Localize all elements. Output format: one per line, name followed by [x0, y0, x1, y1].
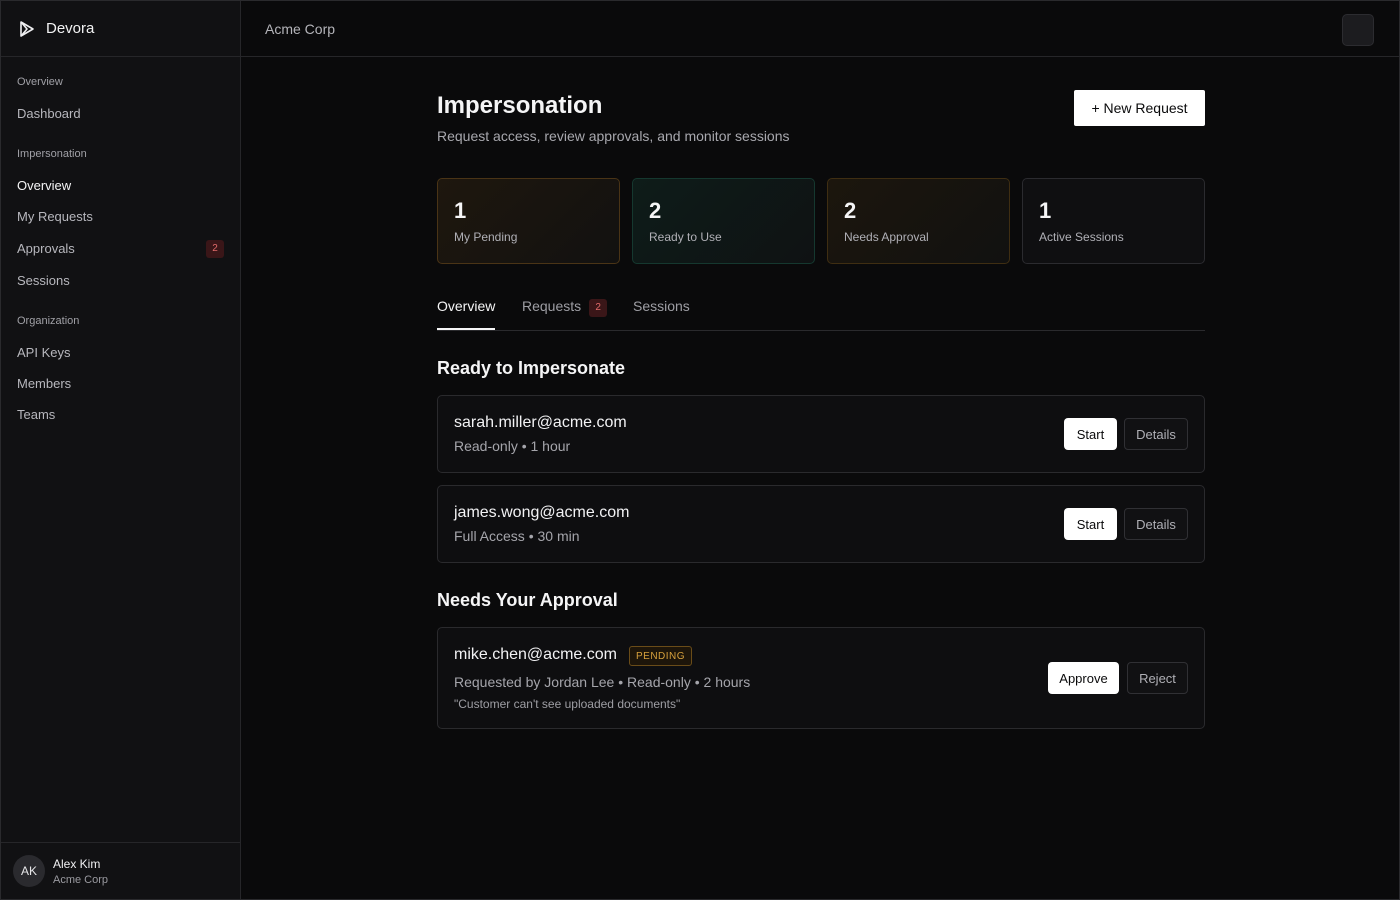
sidebar-item-label: Approvals — [17, 241, 75, 256]
card-email: james.wong@acme.com — [454, 504, 630, 521]
tab-label: Overview — [437, 298, 496, 314]
sidebar-item-dashboard[interactable]: Dashboard — [17, 98, 224, 129]
section-title-approval: Needs Your Approval — [437, 590, 618, 610]
tab-label: Requests — [522, 298, 582, 314]
sidebar-item-impersonation-overview[interactable]: Overview — [17, 170, 224, 201]
user-menu-button[interactable] — [1342, 14, 1374, 46]
tab-overview[interactable]: Overview — [437, 298, 496, 330]
app-window: Devora Overview Dashboard Impersonation … — [0, 0, 1400, 900]
sidebar-item-label: Overview — [17, 178, 72, 193]
stat-card-active-sessions[interactable]: 1 Active Sessions — [1022, 178, 1205, 264]
sidebar-item-my-requests[interactable]: My Requests — [17, 201, 224, 232]
card-meta: Read-only • 1 hour — [454, 438, 571, 454]
sidebar-item-label: Members — [17, 376, 72, 391]
nav-heading: Organization — [17, 315, 80, 327]
stat-card-needs-approval[interactable]: 2 Needs Approval — [827, 178, 1010, 264]
sidebar-item-api-keys[interactable]: API Keys — [17, 337, 224, 368]
ready-card: sarah.miller@acme.com Read-only • 1 hour… — [437, 395, 1205, 473]
approve-button[interactable]: Approve — [1048, 662, 1119, 694]
stat-card-my-pending[interactable]: 1 My Pending — [437, 178, 620, 264]
card-meta: Requested by Jordan Lee • Read-only • 2 … — [454, 674, 751, 690]
request-reason: "Customer can't see uploaded documents" — [454, 697, 681, 711]
start-button[interactable]: Start — [1064, 418, 1117, 450]
brand[interactable]: Devora — [1, 1, 240, 57]
stat-value: 1 — [454, 198, 467, 223]
approval-card: mike.chen@acme.com PENDING Requested by … — [437, 627, 1205, 729]
stat-label: Ready to Use — [649, 230, 722, 244]
logo-icon — [20, 20, 34, 37]
stat-value: 2 — [649, 198, 662, 223]
nav-heading: Impersonation — [17, 148, 87, 160]
tab-label: Sessions — [633, 298, 690, 314]
stat-label: Active Sessions — [1039, 230, 1124, 244]
nav-section-organization: Organization API Keys Members Teams — [1, 313, 240, 430]
sidebar-item-teams[interactable]: Teams — [17, 399, 224, 430]
reject-button[interactable]: Reject — [1127, 662, 1188, 694]
details-button[interactable]: Details — [1124, 508, 1188, 540]
card-email: mike.chen@acme.com — [454, 646, 617, 663]
tab-requests[interactable]: Requests 2 — [522, 298, 608, 330]
stat-label: Needs Approval — [844, 230, 929, 244]
topbar: Acme Corp — [241, 1, 1399, 57]
stat-card-ready-to-use[interactable]: 2 Ready to Use — [632, 178, 815, 264]
sidebar: Devora Overview Dashboard Impersonation … — [1, 1, 241, 899]
user-org: Acme Corp — [53, 873, 109, 886]
sidebar-item-label: Teams — [17, 407, 56, 422]
tab-bar: Overview Requests 2 Sessions — [437, 291, 1205, 331]
approvals-count-badge: 2 — [206, 239, 224, 258]
stat-value: 1 — [1039, 198, 1052, 223]
sidebar-item-label: My Requests — [17, 209, 93, 224]
page-title: Impersonation — [437, 92, 603, 119]
nav-heading: Overview — [17, 76, 63, 88]
avatar: AK — [13, 855, 45, 887]
ready-card: james.wong@acme.com Full Access • 30 min… — [437, 485, 1205, 563]
card-email: sarah.miller@acme.com — [454, 414, 627, 431]
page-subtitle: Request access, review approvals, and mo… — [437, 128, 790, 144]
sidebar-item-label: API Keys — [17, 345, 71, 360]
brand-name: Devora — [46, 20, 95, 37]
nav-section-overview: Overview Dashboard — [1, 74, 240, 129]
user-profile[interactable]: AK Alex Kim Acme Corp — [1, 842, 240, 899]
new-request-button[interactable]: + New Request — [1074, 90, 1205, 126]
sidebar-item-label: Dashboard — [17, 106, 81, 121]
sidebar-item-approvals[interactable]: Approvals 2 — [17, 232, 224, 265]
card-meta: Full Access • 30 min — [454, 528, 580, 544]
sidebar-item-sessions[interactable]: Sessions — [17, 265, 224, 296]
sidebar-item-label: Sessions — [17, 273, 70, 288]
nav-section-impersonation: Impersonation Overview My Requests Appro… — [1, 146, 240, 296]
sidebar-item-members[interactable]: Members — [17, 368, 224, 399]
user-name: Alex Kim — [53, 856, 101, 871]
section-title-ready: Ready to Impersonate — [437, 358, 626, 378]
status-badge: PENDING — [629, 646, 693, 666]
details-button[interactable]: Details — [1124, 418, 1188, 450]
org-name: Acme Corp — [265, 20, 336, 37]
stats-row: 1 My Pending 2 Ready to Use 2 Needs Appr… — [437, 178, 1205, 264]
requests-count-badge: 2 — [589, 298, 608, 317]
stat-value: 2 — [844, 198, 857, 223]
stat-label: My Pending — [454, 230, 518, 244]
tab-sessions[interactable]: Sessions — [633, 298, 690, 330]
start-button[interactable]: Start — [1064, 508, 1117, 540]
